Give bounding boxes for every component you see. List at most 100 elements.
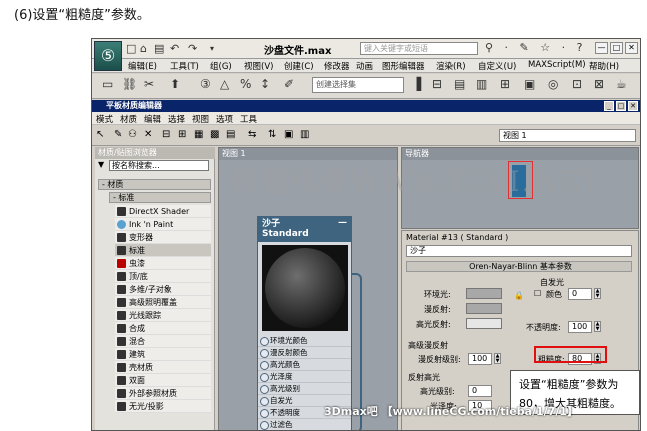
angle-snap-icon[interactable]: △	[220, 77, 229, 95]
edit-named-sets-icon[interactable]: ✐	[284, 77, 294, 95]
background-icon[interactable]: ▩	[210, 129, 219, 140]
node-slot[interactable]: 过滤色	[258, 419, 351, 430]
opacity-input[interactable]: 100	[568, 321, 592, 333]
browser-options-icon[interactable]: ▼	[98, 160, 104, 169]
material-item[interactable]: 混合	[115, 335, 211, 348]
materials-group[interactable]: - 材质	[98, 179, 211, 190]
layer-manager-icon[interactable]: ▤	[454, 77, 465, 95]
open-file-icon[interactable]: ⌂	[140, 42, 147, 55]
curve-editor-icon[interactable]: ⊞	[500, 77, 510, 95]
material-item[interactable]: 高级照明覆盖	[115, 296, 211, 309]
material-item[interactable]: 合成	[115, 322, 211, 335]
menu-tools[interactable]: 工具(T)	[170, 60, 199, 72]
help-search-input[interactable]: 键入关键字或短语	[360, 42, 478, 55]
sme-menu-utilities[interactable]: 工具	[240, 113, 257, 125]
info-center-icons[interactable]: ⚲ · ✎ ☆ · ?	[485, 41, 586, 54]
menu-animation[interactable]: 动画	[356, 60, 373, 72]
sme-minimize-button[interactable]: _	[604, 101, 614, 111]
percent-snap-icon[interactable]: %	[240, 77, 251, 95]
material-item[interactable]: 顶/底	[115, 270, 211, 283]
material-item[interactable]: 壳材质	[115, 361, 211, 374]
material-editor-icon[interactable]: ◎	[548, 77, 558, 95]
node-slot[interactable]: 高光级别	[258, 383, 351, 395]
layout-icon[interactable]: ▤	[226, 129, 235, 140]
named-selection-set-select[interactable]: 创建选择集	[312, 77, 404, 93]
new-file-icon[interactable]: □	[126, 42, 136, 55]
redo-icon[interactable]: ↷	[188, 42, 197, 55]
diffuse-level-spinner[interactable]: ▲ ▼	[494, 353, 501, 364]
graphite-ribbon-icon[interactable]: ▥	[476, 77, 487, 95]
render-production-icon[interactable]: ☕	[616, 77, 627, 95]
param-editor-icon[interactable]: ⇅	[268, 129, 276, 140]
link-icon[interactable]: ⛓	[122, 77, 137, 95]
schematic-view-icon[interactable]: ▣	[524, 77, 535, 95]
opacity-spinner[interactable]: ▲ ▼	[594, 321, 601, 332]
shader-rollout[interactable]: Oren-Nayar-Blinn 基本参数	[406, 261, 632, 272]
standard-group[interactable]: - 标准	[109, 192, 211, 203]
diffuse-level-input[interactable]: 100	[468, 353, 492, 365]
sme-menu-view[interactable]: 视图	[192, 113, 209, 125]
material-item[interactable]: 建筑	[115, 348, 211, 361]
move-children-icon[interactable]: ⊟	[162, 129, 170, 140]
sme-close-button[interactable]: ✕	[628, 101, 638, 111]
view-tab[interactable]: 视图 1	[219, 148, 397, 160]
node-slot[interactable]: 光泽度	[258, 371, 351, 383]
spec-level-input[interactable]: 0	[468, 385, 492, 397]
self-illum-spinner[interactable]: ▲ ▼	[594, 288, 601, 299]
menu-views[interactable]: 视图(V)	[244, 60, 273, 72]
render-setup-icon[interactable]: ⊡	[572, 77, 582, 95]
spinner-snap-icon[interactable]: ↕	[260, 77, 270, 95]
specular-swatch[interactable]	[466, 318, 502, 329]
unlink-icon[interactable]: ✂	[144, 77, 154, 95]
material-item[interactable]: 多维/子对象	[115, 283, 211, 296]
material-item[interactable]: 标准	[115, 244, 211, 257]
menu-modifiers[interactable]: 修改器	[324, 60, 350, 72]
view-select[interactable]: 视图 1	[499, 129, 636, 142]
node-slot[interactable]: 高光颜色	[258, 359, 351, 371]
close-button[interactable]: ✕	[625, 42, 638, 54]
select-object-icon[interactable]: ⬆	[170, 77, 180, 95]
mirror-icon[interactable]: ▐	[412, 77, 421, 95]
menu-customize[interactable]: 自定义(U)	[478, 60, 516, 72]
menu-create[interactable]: 创建(C)	[284, 60, 314, 72]
align-icon[interactable]: ⊟	[432, 77, 442, 95]
delete-icon[interactable]: ✕	[144, 129, 152, 140]
hide-unused-icon[interactable]: ⊞	[178, 129, 186, 140]
menu-group[interactable]: 组(G)	[210, 60, 232, 72]
menu-graph-editors[interactable]: 图形编辑器	[382, 60, 425, 72]
layout-children-icon[interactable]: ⇆	[248, 129, 256, 140]
self-illum-input[interactable]: 0	[568, 288, 592, 300]
maximize-button[interactable]: □	[610, 42, 623, 54]
material-item[interactable]: 光线跟踪	[115, 309, 211, 322]
diffuse-swatch[interactable]	[466, 303, 502, 314]
sme-menu-material[interactable]: 材质	[120, 113, 137, 125]
minimize-button[interactable]: —	[595, 42, 608, 54]
undo-icon[interactable]: ↶	[170, 42, 179, 55]
self-illum-color-checkbox[interactable]: ☐	[534, 289, 541, 298]
ambient-swatch[interactable]	[466, 288, 502, 299]
show-map-icon[interactable]: ▦	[194, 129, 203, 140]
browser-search-input[interactable]: 按名称搜索...	[109, 160, 209, 171]
node-slot[interactable]: 漫反射颜色	[258, 347, 351, 359]
sme-maximize-button[interactable]: □	[616, 101, 626, 111]
undo-toolbar-icon[interactable]: ▭	[102, 77, 113, 95]
snap-toggle-icon[interactable]: ③	[200, 77, 211, 95]
material-item[interactable]: DirectX Shader	[115, 205, 211, 218]
lock-icon[interactable]: 🔒	[514, 291, 524, 300]
sme-menu-options[interactable]: 选项	[216, 113, 233, 125]
save-file-icon[interactable]: ▤	[154, 42, 164, 55]
material-item[interactable]: 双面	[115, 374, 211, 387]
menu-rendering[interactable]: 渲染(R)	[436, 60, 466, 72]
material-item[interactable]: 变形器	[115, 231, 211, 244]
material-node[interactable]: 沙子 Standard — 环境光颜色 漫反射颜色 高光颜色 光泽度 高光级别 …	[257, 216, 352, 430]
select-tool-icon[interactable]: ↖	[96, 129, 104, 140]
menu-edit[interactable]: 编辑(E)	[128, 60, 157, 72]
menu-help[interactable]: 帮助(H)	[589, 60, 619, 72]
rendered-frame-icon[interactable]: ⊠	[594, 77, 604, 95]
sme-menu-edit[interactable]: 编辑	[144, 113, 161, 125]
sme-menu-modes[interactable]: 模式	[96, 113, 113, 125]
select-by-material-icon[interactable]: ▣	[284, 129, 293, 140]
material-name-field[interactable]: 沙子	[406, 245, 632, 257]
dropdown-icon[interactable]: ▾	[210, 44, 214, 53]
material-item[interactable]: 无光/投影	[115, 400, 211, 413]
